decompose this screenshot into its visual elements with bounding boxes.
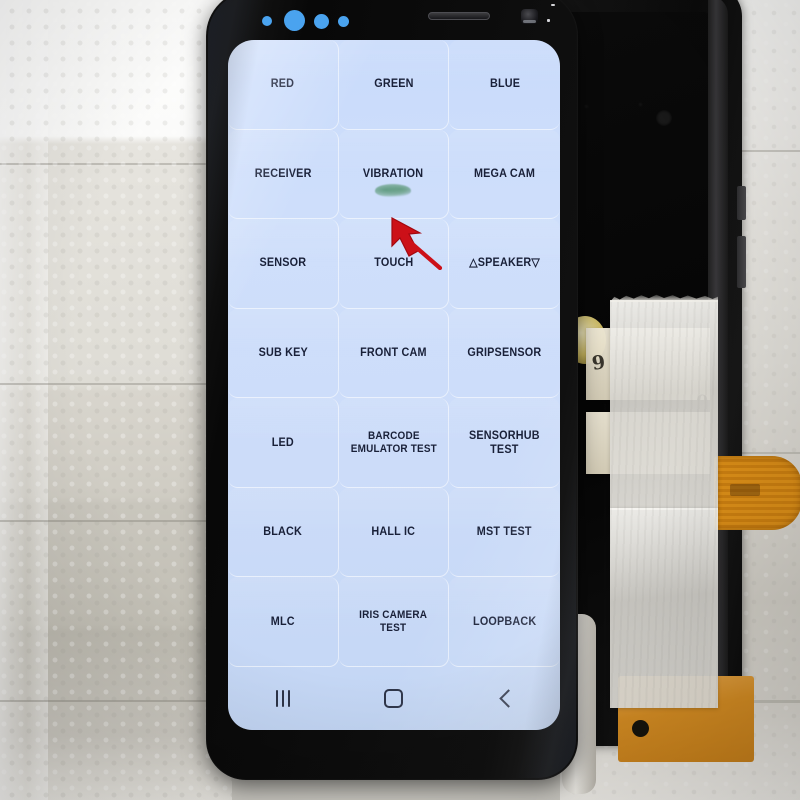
test-green[interactable]: GREEN — [338, 40, 450, 130]
cell-label: MLC — [270, 615, 295, 628]
bezel-speck — [551, 4, 555, 6]
chassis-screw-hole — [638, 102, 643, 107]
test-front-cam[interactable]: FRONT CAM — [338, 308, 450, 399]
phone-screen: RED GREEN BLUE RECEIVER VIBRATION MEGA CAM SEN… — [228, 40, 560, 730]
recents-icon — [276, 690, 291, 707]
earpiece-speaker — [428, 12, 490, 20]
test-speaker[interactable]: △SPEAKER▽ — [449, 219, 560, 309]
sensor-dot-icon — [262, 16, 272, 26]
cell-label: LED — [271, 436, 294, 449]
recents-button[interactable] — [255, 681, 311, 717]
photo-scene: 9 0 REDGREENBLUERECEIVERVIBRATIONMEGA CA… — [0, 0, 800, 800]
foam-seam — [0, 700, 232, 702]
cell-label: △SPEAKER▽ — [469, 257, 540, 270]
test-red[interactable]: RED — [228, 40, 339, 130]
bezel-speck — [547, 19, 550, 22]
test-receiver[interactable]: RECEIVER — [228, 129, 339, 220]
test-barcode-emulator[interactable]: BARCODE EMULATOR TEST — [338, 398, 450, 488]
chassis-port-hole — [656, 110, 672, 126]
cell-label: BLUE — [489, 78, 520, 91]
cell-label: SENSORHUB TEST — [469, 429, 541, 456]
screen-smudge-artifact — [375, 184, 412, 198]
red-arrow-cursor — [388, 212, 448, 271]
cell-label: LOOPBACK — [472, 615, 537, 628]
front-camera-lens — [521, 9, 538, 24]
home-button[interactable] — [366, 681, 422, 717]
tape-handwriting: 9 — [590, 351, 607, 375]
chassis-side-button — [737, 186, 746, 220]
phone-device: RED GREEN BLUE RECEIVER VIBRATION MEGA CAM SEN… — [206, 0, 578, 780]
android-navigation-bar — [228, 667, 560, 730]
test-gripsensor[interactable]: GRIPSENSOR — [449, 308, 560, 399]
test-hall-ic[interactable]: HALL IC — [338, 487, 450, 578]
plastic-wrap — [0, 0, 48, 800]
cell-label: GRIPSENSOR — [467, 346, 542, 359]
back-button[interactable] — [477, 681, 533, 717]
test-mst[interactable]: MST TEST — [449, 487, 560, 578]
test-loopback[interactable]: LOOPBACK — [449, 577, 560, 667]
sensor-dot-icon — [338, 16, 349, 27]
cell-label: GREEN — [373, 78, 414, 91]
sensor-dot-icon — [314, 14, 329, 29]
test-mega-cam[interactable]: MEGA CAM — [449, 129, 560, 220]
white-tape-strip — [610, 294, 718, 510]
foam-seam — [0, 383, 232, 385]
foam-seam — [0, 163, 232, 165]
cell-label: MST TEST — [477, 526, 533, 539]
test-sensorhub[interactable]: SENSORHUB TEST — [449, 398, 560, 488]
cell-label: BARCODE EMULATOR TEST — [350, 429, 437, 455]
cell-label: BLACK — [263, 526, 303, 539]
cell-label: SENSOR — [259, 257, 307, 270]
chassis-side-button — [737, 236, 746, 288]
cell-label: SUB KEY — [258, 346, 308, 359]
cell-label: MEGA CAM — [474, 167, 536, 180]
cell-label: HALL IC — [371, 526, 416, 539]
test-mlc[interactable]: MLC — [228, 577, 339, 667]
cell-label: RECEIVER — [254, 167, 312, 180]
cell-label: RED — [271, 78, 295, 91]
orange-flex-ribbon-cable — [714, 456, 800, 530]
test-vibration[interactable]: VIBRATION — [338, 129, 450, 220]
arrow-tail-icon — [407, 239, 443, 271]
cell-label: FRONT CAM — [360, 346, 427, 359]
test-iris-camera[interactable]: IRIS CAMERA TEST — [338, 577, 450, 667]
white-tape-strip — [610, 508, 718, 708]
foam-seam — [0, 520, 232, 522]
test-sub-key[interactable]: SUB KEY — [228, 308, 339, 399]
test-sensor[interactable]: SENSOR — [228, 219, 339, 309]
chassis-screw-hole — [584, 104, 589, 109]
background-foam-left — [0, 0, 232, 800]
cell-label: IRIS CAMERA TEST — [359, 608, 428, 634]
diagnostics-test-grid: RED GREEN BLUE RECEIVER VIBRATION MEGA CAM SEN… — [228, 40, 560, 667]
cell-label: VIBRATION — [363, 167, 424, 180]
test-led[interactable]: LED — [228, 398, 339, 488]
home-icon — [384, 689, 404, 708]
sensor-dot-icon — [284, 10, 305, 31]
arrow-head-icon — [391, 216, 423, 257]
test-black[interactable]: BLACK — [228, 487, 339, 578]
back-icon — [497, 691, 513, 707]
test-blue[interactable]: BLUE — [449, 40, 560, 130]
